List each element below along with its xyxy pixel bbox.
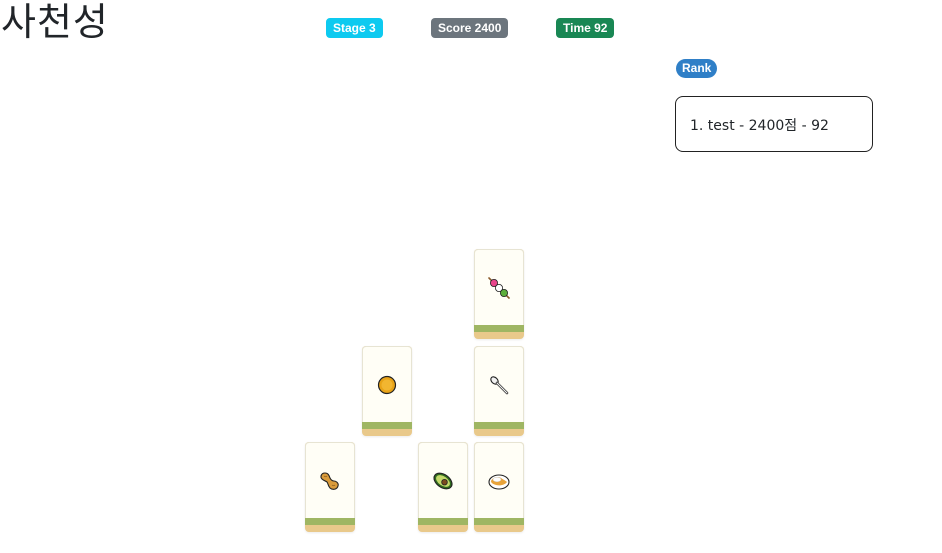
tile-avocado[interactable]	[418, 442, 468, 532]
avocado-icon	[430, 468, 456, 494]
tile-curry[interactable]	[474, 442, 524, 532]
tile-stripe	[474, 421, 524, 429]
game-board	[0, 0, 942, 553]
tile-peanut[interactable]	[305, 442, 355, 532]
coin-icon	[374, 372, 400, 398]
dango-icon	[486, 275, 512, 301]
tile-stripe	[305, 517, 355, 525]
spoon-icon	[486, 372, 512, 398]
tile-spoon[interactable]	[474, 346, 524, 436]
curry-icon	[486, 468, 512, 494]
tile-coin[interactable]	[362, 346, 412, 436]
tile-stripe	[474, 517, 524, 525]
tile-stripe	[418, 517, 468, 525]
tile-dango[interactable]	[474, 249, 524, 339]
game-page: 사천성 Stage 3 Score 2400 Time 92 Rank 1. t…	[0, 0, 942, 553]
peanut-icon	[317, 468, 343, 494]
tile-stripe	[362, 421, 412, 429]
tile-stripe	[474, 324, 524, 332]
